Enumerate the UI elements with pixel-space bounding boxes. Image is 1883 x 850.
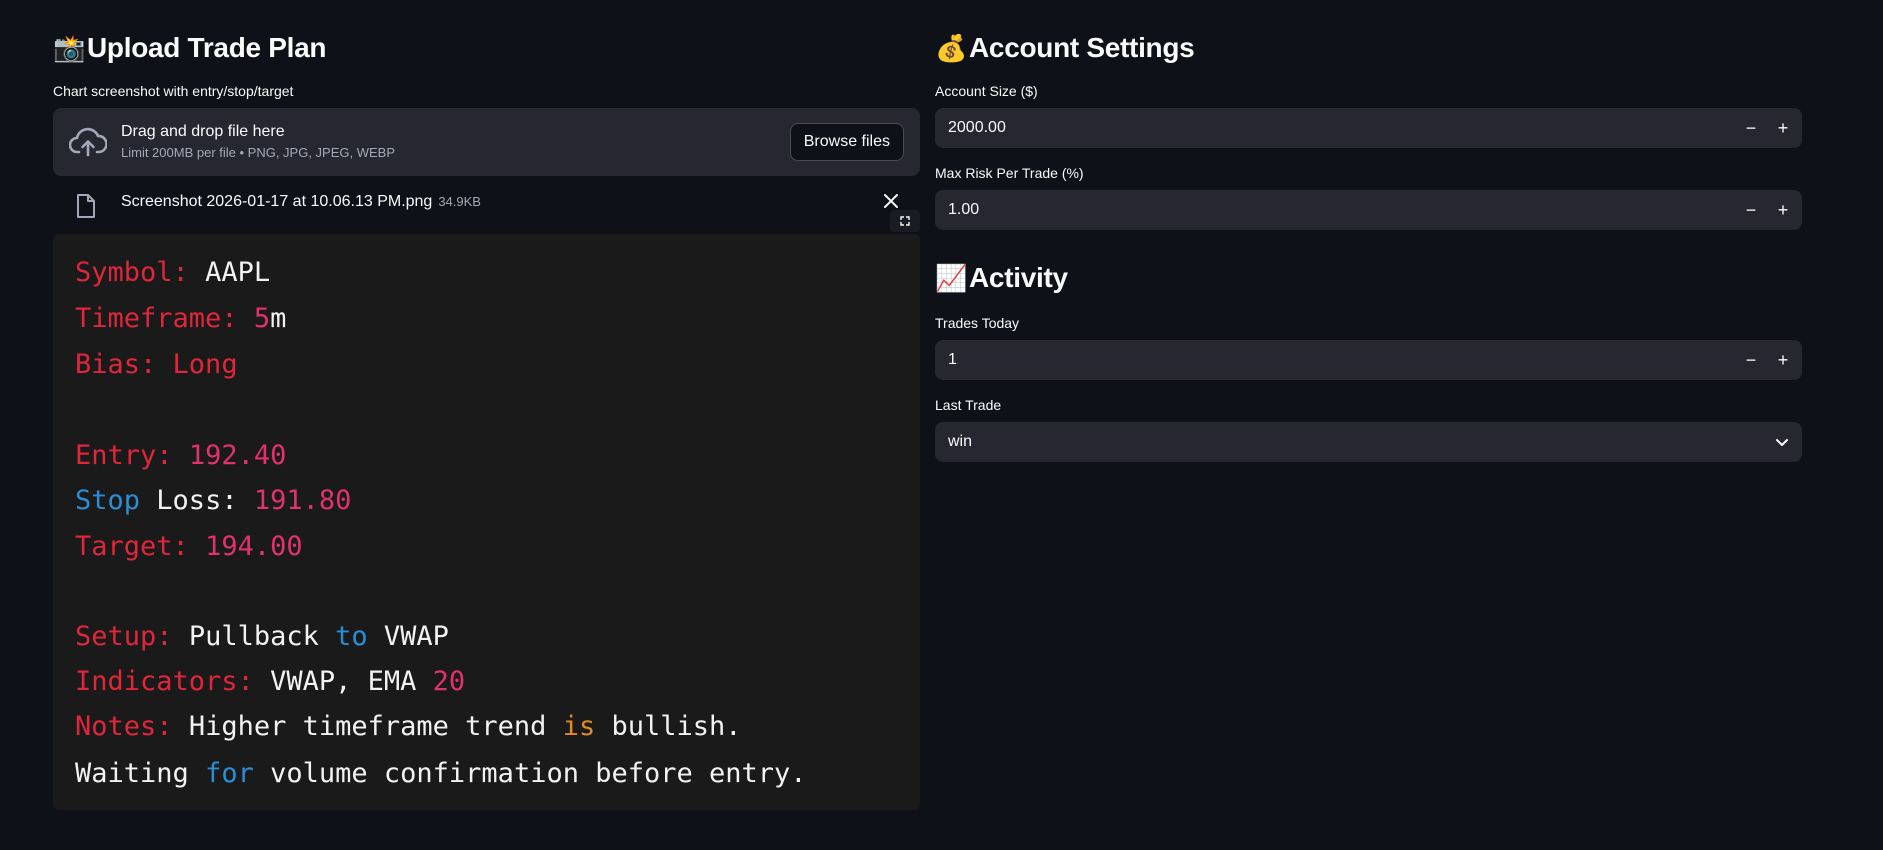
preview-timeframe-key: Timeframe: <box>75 303 238 334</box>
preview-line2-a: Waiting <box>75 758 189 789</box>
preview-setup-a: Pullback <box>188 621 319 652</box>
image-preview: Symbol: AAPL Timeframe: 5m Bias: Long En… <box>53 234 920 810</box>
preview-setup-key: Setup: <box>75 621 173 652</box>
preview-timeframe-unit: m <box>270 303 287 334</box>
preview-line-setup: Setup: Pullback to VWAP <box>75 620 449 654</box>
preview-stop-value: 191.80 <box>253 485 352 516</box>
preview-bias-value: Long <box>172 349 238 380</box>
preview-setup-b: VWAP <box>383 621 449 652</box>
preview-symbol-key: Symbol: <box>75 257 189 288</box>
activity-heading: 📈 Activity <box>935 258 1802 298</box>
account-heading-text: Account Settings <box>969 32 1195 63</box>
preview-notes-key: Notes: <box>75 711 173 742</box>
preview-entry-key: Entry: <box>75 440 173 471</box>
close-icon[interactable] <box>882 192 900 210</box>
account-size-decrement-button[interactable]: − <box>1735 108 1767 148</box>
preview-notes-b: bullish. <box>611 711 742 742</box>
upload-heading: 📸 Upload Trade Plan <box>53 28 920 68</box>
last-trade-select[interactable]: win <box>935 422 1802 462</box>
preview-line-symbol: Symbol: AAPL <box>75 256 270 290</box>
account-size-value[interactable]: 2000.00 <box>948 119 1006 137</box>
activity-heading-text: Activity <box>969 262 1068 293</box>
preview-line-indicators: Indicators: VWAP, EMA 20 <box>75 665 465 699</box>
last-trade-value[interactable]: win <box>948 433 972 451</box>
preview-line-bias: Bias: Long <box>75 348 238 382</box>
preview-timeframe-number: 5 <box>253 303 271 334</box>
upload-section: 📸 Upload Trade Plan Chart screenshot wit… <box>53 28 920 810</box>
file-icon <box>77 194 95 218</box>
preview-indicators-a: VWAP, EMA <box>270 666 417 697</box>
preview-line-notes: Notes: Higher timeframe trend is bullish… <box>75 710 742 744</box>
max-risk-decrement-button[interactable]: − <box>1735 190 1767 230</box>
preview-target-value: 194.00 <box>205 531 303 562</box>
file-size: 34.9KB <box>438 194 481 209</box>
preview-line-target: Target: 194.00 <box>75 530 303 564</box>
trades-today-label: Trades Today <box>935 315 1020 331</box>
trades-today-decrement-button[interactable]: − <box>1735 340 1767 380</box>
account-size-input[interactable]: 2000.00 − + <box>935 108 1802 148</box>
trades-today-value[interactable]: 1 <box>948 351 957 369</box>
max-risk-value[interactable]: 1.00 <box>948 201 979 219</box>
trades-today-input[interactable]: 1 − + <box>935 340 1802 380</box>
max-risk-input[interactable]: 1.00 − + <box>935 190 1802 230</box>
preview-line-timeframe: Timeframe: 5m <box>75 302 286 336</box>
uploaded-file-row: Screenshot 2026-01-17 at 10.06.13 PM.png… <box>53 176 920 234</box>
chart-increasing-emoji-icon: 📈 <box>935 262 968 293</box>
preview-setup-to: to <box>335 621 368 652</box>
upload-heading-text: Upload Trade Plan <box>87 32 327 63</box>
chevron-down-icon[interactable] <box>1774 434 1790 450</box>
preview-line2-for: for <box>205 758 254 789</box>
dropzone-limits: Limit 200MB per file • PNG, JPG, JPEG, W… <box>121 145 396 160</box>
account-size-increment-button[interactable]: + <box>1767 108 1799 148</box>
max-risk-label: Max Risk Per Trade (%) <box>935 165 1084 181</box>
preview-indicators-key: Indicators: <box>75 666 254 697</box>
cloud-upload-icon <box>69 127 107 157</box>
account-heading: 💰 Account Settings <box>935 28 1802 68</box>
preview-line-entry: Entry: 192.40 <box>75 439 286 473</box>
account-size-label: Account Size ($) <box>935 83 1038 99</box>
last-trade-label: Last Trade <box>935 397 1002 413</box>
preview-line-waiting: Waiting for volume confirmation before e… <box>75 757 807 791</box>
max-risk-increment-button[interactable]: + <box>1767 190 1799 230</box>
preview-indicators-number: 20 <box>432 666 466 697</box>
dropzone-text: Drag and drop file here Limit 200MB per … <box>121 122 395 161</box>
fullscreen-icon[interactable] <box>890 210 920 232</box>
preview-entry-value: 192.40 <box>188 440 287 471</box>
camera-emoji-icon: 📸 <box>53 32 86 63</box>
money-bag-emoji-icon: 💰 <box>935 32 968 63</box>
browse-files-button[interactable]: Browse files <box>789 123 904 161</box>
dropzone-title: Drag and drop file here <box>121 123 285 140</box>
trades-today-increment-button[interactable]: + <box>1767 340 1799 380</box>
preview-loss-word: Loss: <box>156 485 238 516</box>
file-dropzone[interactable]: Drag and drop file here Limit 200MB per … <box>53 108 920 176</box>
preview-stop-word: Stop <box>75 485 141 516</box>
preview-bias-key: Bias: <box>75 349 157 380</box>
preview-target-key: Target: <box>75 531 189 562</box>
preview-line2-b: volume confirmation before entry. <box>270 758 807 789</box>
preview-notes-a: Higher timeframe trend <box>188 711 547 742</box>
preview-symbol-value: AAPL <box>205 257 271 288</box>
preview-notes-is: is <box>562 711 596 742</box>
file-name-text: Screenshot 2026-01-17 at 10.06.13 PM.png <box>121 193 433 210</box>
preview-line-stop: Stop Loss: 191.80 <box>75 484 351 518</box>
uploader-label: Chart screenshot with entry/stop/target <box>53 83 294 99</box>
uploaded-file-name: Screenshot 2026-01-17 at 10.06.13 PM.png… <box>121 193 481 211</box>
settings-section: 💰 Account Settings Account Size ($) 2000… <box>935 28 1802 462</box>
